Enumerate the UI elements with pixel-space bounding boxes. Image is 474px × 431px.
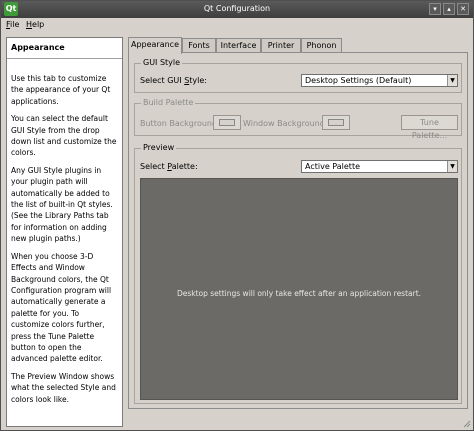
help-paragraph: Any GUI Style plugins in your plugin pat… xyxy=(11,165,113,244)
maximize-button[interactable]: ▴ xyxy=(443,3,455,15)
select-gui-style-label: Select GUI Style: xyxy=(140,76,207,85)
preview-group-title: Preview xyxy=(141,143,177,152)
button-background-color-button[interactable] xyxy=(213,115,241,130)
button-background-swatch xyxy=(219,119,235,126)
palette-value: Active Palette xyxy=(305,162,360,171)
tab-interface[interactable]: Interface xyxy=(216,38,261,53)
resize-grip-icon[interactable] xyxy=(463,420,471,428)
window-controls: ▾ ▴ ✕ xyxy=(429,3,469,15)
menu-bar: File Help xyxy=(1,18,473,33)
help-paragraph: Use this tab to customize the appearance… xyxy=(11,74,111,106)
window-background-color-button[interactable] xyxy=(322,115,350,130)
tab-fonts[interactable]: Fonts xyxy=(182,38,216,53)
appearance-tab-pane: GUI Style Select GUI Style: Desktop Sett… xyxy=(128,52,468,409)
help-paragraph: You can select the default GUI Style fro… xyxy=(11,114,117,158)
button-background-label: Button Background: xyxy=(140,119,220,128)
gui-style-label-start: Select GUI xyxy=(140,76,185,85)
window-title: Qt Configuration xyxy=(203,4,271,13)
menu-file[interactable]: File xyxy=(6,20,19,29)
palette-select[interactable]: Active Palette ▼ xyxy=(301,160,458,173)
chevron-down-icon[interactable]: ▼ xyxy=(447,161,457,172)
gui-style-value: Desktop Settings (Default) xyxy=(305,76,412,85)
help-paragraph: The Preview Window shows what the select… xyxy=(11,371,116,404)
help-divider xyxy=(7,58,122,59)
menu-help[interactable]: Help xyxy=(26,20,44,29)
minimize-button[interactable]: ▾ xyxy=(429,3,441,15)
select-palette-label: Select Palette: xyxy=(140,162,198,171)
window-background-label: Window Background: xyxy=(243,119,328,128)
tune-palette-button[interactable]: Tune Palette... xyxy=(401,115,458,140)
preview-window: Desktop settings will only take effect a… xyxy=(140,178,458,400)
build-palette-group-title: Build Palette xyxy=(141,98,196,107)
preview-group: Preview Select Palette: Active Palette ▼… xyxy=(134,143,462,404)
restart-notice: Desktop settings will only take effect a… xyxy=(176,289,422,298)
tab-printer[interactable]: Printer xyxy=(261,38,301,53)
main-window: Qt Qt Configuration ▾ ▴ ✕ File Help Appe… xyxy=(0,0,474,431)
menu-file-label: ile xyxy=(10,20,20,29)
close-button[interactable]: ✕ xyxy=(457,3,469,15)
help-title: Appearance xyxy=(11,43,65,52)
title-bar[interactable]: Qt Qt Configuration ▾ ▴ ✕ xyxy=(1,1,473,18)
gui-style-group-title: GUI Style xyxy=(141,58,183,67)
gui-style-select[interactable]: Desktop Settings (Default) ▼ xyxy=(301,74,458,87)
tab-appearance[interactable]: Appearance xyxy=(128,37,182,54)
help-paragraph: When you choose 3-D Effects and Window B… xyxy=(11,251,112,364)
palette-label-end: alette: xyxy=(171,162,198,171)
chevron-down-icon[interactable]: ▼ xyxy=(447,75,457,86)
menu-help-label: elp xyxy=(32,20,45,29)
tab-phonon[interactable]: Phonon xyxy=(301,38,342,53)
help-panel[interactable]: Appearance Use this tab to customize the… xyxy=(6,37,123,427)
palette-label-start: Select xyxy=(140,162,168,171)
window-background-swatch xyxy=(328,119,344,126)
build-palette-group: Build Palette Button Background: Window … xyxy=(134,98,462,140)
gui-style-label-end: tyle: xyxy=(189,76,207,85)
gui-style-group: GUI Style Select GUI Style: Desktop Sett… xyxy=(134,58,462,93)
